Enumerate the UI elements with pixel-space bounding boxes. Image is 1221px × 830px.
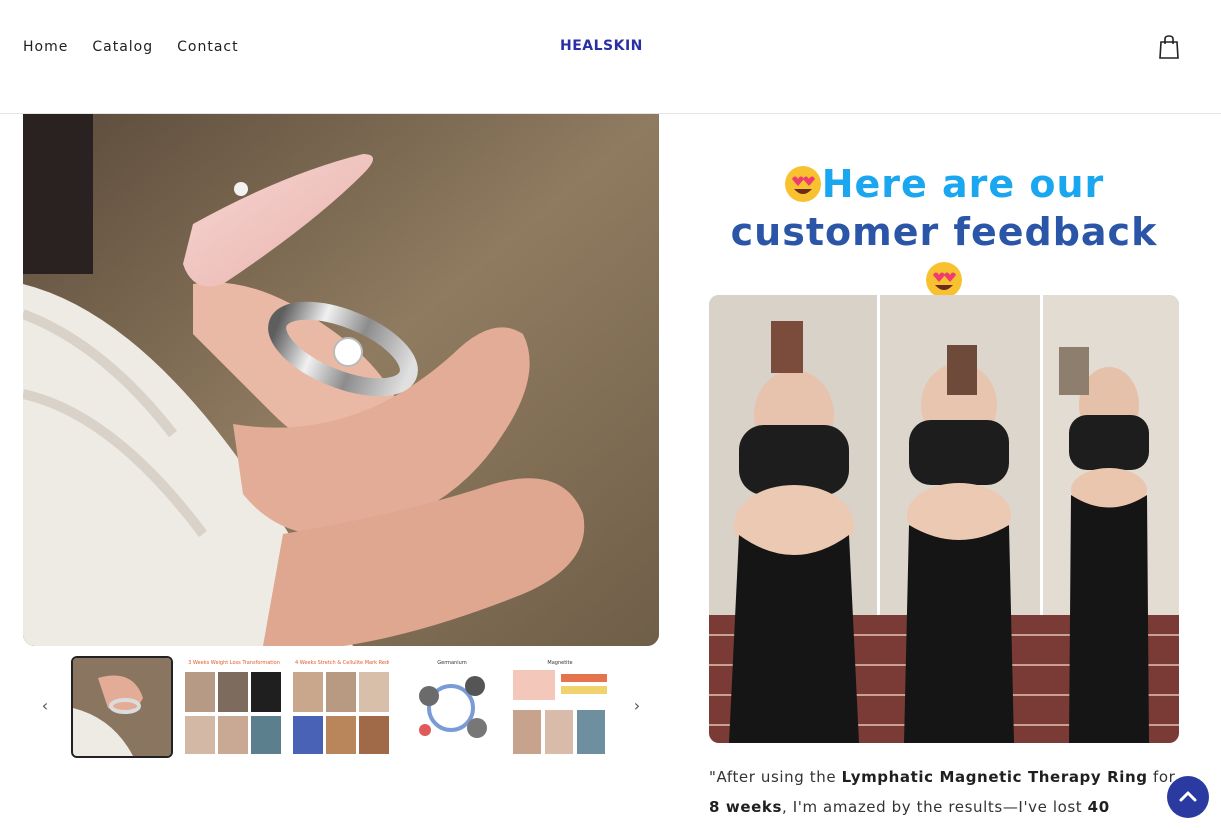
heading-line-1: Here are our [821,162,1105,206]
materials-thumb-image [419,676,487,738]
magnetic-thumb-image [513,670,607,754]
thumbnail-strip: ‹ 3 Weeks Weight Loss Transformation 4 W… [23,656,659,758]
heading-line-2: customer feedback [730,210,1158,254]
customer-feedback-image [709,295,1179,743]
quote-highlight: 8 weeks [709,798,782,816]
shopping-bag-icon [1159,35,1179,59]
chevron-left-icon: ‹ [41,696,49,715]
thumbnail-2[interactable]: 3 Weeks Weight Loss Transformation [183,656,285,758]
product-main-image[interactable] [23,114,659,646]
heart-eyes-emoji-icon [926,262,962,298]
ring-thumb-image [73,658,171,756]
scroll-to-top-button[interactable] [1167,776,1209,818]
stretch-mark-thumb-image [293,672,389,754]
chevron-right-icon: › [633,696,641,715]
weight-loss-thumb-image [185,672,281,754]
thumb-next-button[interactable]: › [627,696,647,716]
nav-catalog-link[interactable]: Catalog [92,39,153,55]
thumbnail-1[interactable] [71,656,173,758]
thumbnail-4[interactable]: Germanium [401,656,503,758]
site-header: Home Catalog Contact HEALSKIN [0,0,1221,114]
main-nav: Home Catalog Contact [23,39,239,55]
heart-eyes-emoji-icon [784,166,821,202]
thumbnail-3[interactable]: 4 Weeks Stretch & Cellulite Mark Reducti… [291,656,393,758]
site-logo[interactable]: HEALSKIN [560,38,643,54]
nav-contact-link[interactable]: Contact [177,39,238,55]
thumb-prev-button[interactable]: ‹ [35,696,55,716]
ring-photo [23,114,659,646]
nav-home-link[interactable]: Home [23,39,68,55]
feedback-heading: Here are our customer feedback [709,160,1179,304]
cart-button[interactable] [1157,34,1181,60]
thumbnail-5[interactable]: Magnetite [509,656,611,758]
chevron-up-icon [1179,791,1197,802]
before-after-photo [709,295,1179,743]
quote-highlight: Lymphatic Magnetic Therapy Ring [841,768,1148,786]
customer-quote: "After using the Lymphatic Magnetic Ther… [709,762,1179,830]
quote-text: , I'm amazed by the results—I've lost [781,798,1088,816]
quote-text: "After using the [709,768,842,786]
